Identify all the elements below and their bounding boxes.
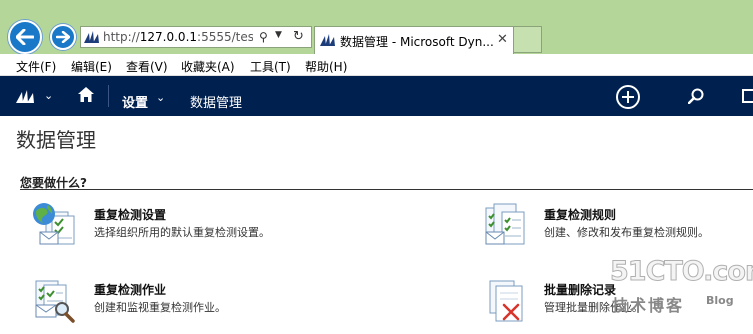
documents-delete-icon [489,280,523,322]
create-icon[interactable] [616,85,640,109]
chevron-down-icon[interactable]: ▼ [275,30,282,40]
menu-icon[interactable] [742,89,753,103]
task-title[interactable]: 重复检测设置 [94,206,166,223]
divider [108,85,109,107]
task-duplicate-detection-rules[interactable]: 重复检测规则 创建、修改和发布重复检测规则。 [482,202,753,248]
browser-chrome: http://127.0.0.1:5555/test/ ⚲ ▼ ↻ 数据管理 -… [0,0,753,54]
nav-sub-data-management[interactable]: 数据管理 [190,92,242,111]
task-description: 选择组织所用的默认重复检测设置。 [94,226,270,239]
forward-button[interactable] [50,24,76,50]
page-title: 数据管理 [16,128,96,152]
task-title[interactable]: 重复检测作业 [94,281,166,298]
task-title[interactable]: 重复检测规则 [544,206,616,223]
nav-area-settings[interactable]: 设置 [122,92,148,111]
close-icon[interactable]: ✕ [497,32,508,47]
menu-item-help[interactable]: 帮助(H) [305,58,347,75]
arrow-left-icon [16,29,34,45]
dynamics-logo-icon [84,31,99,43]
refresh-icon[interactable]: ↻ [293,29,304,44]
task-description: 创建和监视重复检测作业。 [94,301,226,314]
home-icon[interactable] [78,87,94,102]
divider [20,189,753,190]
url-text: http://127.0.0.1:5555/test/ [103,30,253,44]
dynamics-logo-icon[interactable] [16,90,36,103]
watermark-blog: Blog [706,294,734,307]
menu-item-tools[interactable]: 工具(T) [250,58,291,75]
app-nav-bar: ⌄ 设置 ⌄ 数据管理 [0,76,753,116]
documents-checklist-icon [485,203,525,245]
new-tab-button[interactable] [514,26,542,53]
search-icon[interactable] [688,88,704,104]
chevron-down-icon[interactable]: ⌄ [156,91,165,104]
menu-item-view[interactable]: 查看(V) [126,58,168,75]
watermark: 51CTO.com 技术博客 Blog [609,256,753,334]
watermark-site: 51CTO.com [609,256,753,288]
task-title[interactable]: 批量删除记录 [544,281,616,298]
address-bar[interactable]: http://127.0.0.1:5555/test/ ⚲ ▼ ↻ [80,26,312,48]
menu-item-favorites[interactable]: 收藏夹(A) [181,58,235,75]
watermark-cn: 技术博客 [612,296,685,315]
menu-bar: 文件(F) 编辑(E) 查看(V) 收藏夹(A) 工具(T) 帮助(H) [0,54,753,76]
chevron-down-icon[interactable]: ⌄ [44,89,53,102]
arrow-right-icon [56,31,70,43]
task-duplicate-detection-settings[interactable]: 重复检测设置 选择组织所用的默认重复检测设置。 [32,202,362,248]
globe-documents-icon [33,203,75,245]
task-duplicate-detection-jobs[interactable]: 重复检测作业 创建和监视重复检测作业。 [32,277,362,323]
back-button[interactable] [8,20,42,54]
browser-tab[interactable]: 数据管理 - Microsoft Dyn... ✕ [314,26,514,54]
menu-item-edit[interactable]: 编辑(E) [71,58,112,75]
tab-title: 数据管理 - Microsoft Dyn... [340,35,494,49]
task-description: 创建、修改和发布重复检测规则。 [544,226,709,239]
documents-magnifier-icon [35,280,75,323]
menu-item-file[interactable]: 文件(F) [16,58,56,75]
dynamics-logo-icon [320,34,335,46]
search-icon[interactable]: ⚲ [259,30,268,44]
